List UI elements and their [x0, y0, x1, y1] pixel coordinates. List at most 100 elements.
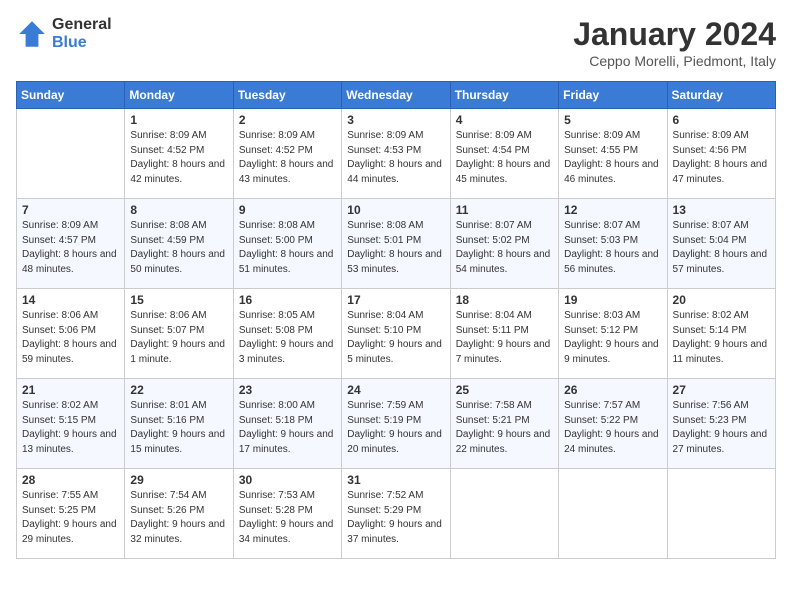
- day-info: Sunrise: 8:01 AMSunset: 5:16 PMDaylight:…: [130, 399, 227, 457]
- day-info: Sunrise: 7:56 AMSunset: 5:23 PMDaylight:…: [673, 399, 770, 457]
- day-info: Sunrise: 8:09 AMSunset: 4:56 PMDaylight:…: [673, 129, 770, 187]
- day-info: Sunrise: 7:52 AMSunset: 5:29 PMDaylight:…: [347, 489, 444, 547]
- day-cell: [450, 469, 558, 559]
- day-cell: 16 Sunrise: 8:05 AMSunset: 5:08 PMDayligh…: [233, 289, 341, 379]
- day-info: Sunrise: 7:55 AMSunset: 5:25 PMDaylight:…: [22, 489, 119, 547]
- title-area: January 2024 Ceppo Morelli, Piedmont, It…: [573, 16, 776, 69]
- day-cell: 3 Sunrise: 8:09 AMSunset: 4:53 PMDaylight…: [342, 109, 450, 199]
- day-cell: 30 Sunrise: 7:53 AMSunset: 5:28 PMDayligh…: [233, 469, 341, 559]
- day-number: 12: [564, 203, 661, 217]
- day-cell: 20 Sunrise: 8:02 AMSunset: 5:14 PMDayligh…: [667, 289, 775, 379]
- day-info: Sunrise: 8:02 AMSunset: 5:14 PMDaylight:…: [673, 309, 770, 367]
- day-info: Sunrise: 8:09 AMSunset: 4:54 PMDaylight:…: [456, 129, 553, 187]
- logo: General Blue: [16, 16, 112, 51]
- day-cell: [667, 469, 775, 559]
- logo-blue: Blue: [52, 34, 112, 52]
- day-cell: 9 Sunrise: 8:08 AMSunset: 5:00 PMDaylight…: [233, 199, 341, 289]
- day-info: Sunrise: 8:06 AMSunset: 5:06 PMDaylight:…: [22, 309, 119, 367]
- day-number: 16: [239, 293, 336, 307]
- day-cell: 11 Sunrise: 8:07 AMSunset: 5:02 PMDayligh…: [450, 199, 558, 289]
- day-info: Sunrise: 8:09 AMSunset: 4:57 PMDaylight:…: [22, 219, 119, 277]
- day-number: 30: [239, 473, 336, 487]
- col-header-saturday: Saturday: [667, 82, 775, 109]
- day-number: 27: [673, 383, 770, 397]
- day-number: 15: [130, 293, 227, 307]
- day-number: 24: [347, 383, 444, 397]
- col-header-friday: Friday: [559, 82, 667, 109]
- day-cell: 24Sunrise: 7:59 AMSunset: 5:19 PMDayligh…: [342, 379, 450, 469]
- day-number: 13: [673, 203, 770, 217]
- day-cell: 19Sunrise: 8:03 AMSunset: 5:12 PMDayligh…: [559, 289, 667, 379]
- day-number: 28: [22, 473, 119, 487]
- logo-icon: [16, 18, 48, 50]
- logo-general: General: [52, 16, 112, 34]
- week-row-1: 1Sunrise: 8:09 AMSunset: 4:52 PMDaylight…: [17, 109, 776, 199]
- day-number: 10: [347, 203, 444, 217]
- day-info: Sunrise: 8:04 AMSunset: 5:10 PMDaylight:…: [347, 309, 444, 367]
- logo-text: General Blue: [52, 16, 112, 51]
- day-number: 2: [239, 113, 336, 127]
- day-info: Sunrise: 8:09 AMSunset: 4:52 PMDaylight:…: [239, 129, 336, 187]
- day-info: Sunrise: 8:05 AMSunset: 5:08 PMDaylight:…: [239, 309, 336, 367]
- day-number: 9: [239, 203, 336, 217]
- day-number: 21: [22, 383, 119, 397]
- day-cell: 5 Sunrise: 8:09 AMSunset: 4:55 PMDaylight…: [559, 109, 667, 199]
- day-number: 31: [347, 473, 444, 487]
- day-info: Sunrise: 8:00 AMSunset: 5:18 PMDaylight:…: [239, 399, 336, 457]
- day-cell: 7 Sunrise: 8:09 AMSunset: 4:57 PMDaylight…: [17, 199, 125, 289]
- day-info: Sunrise: 8:04 AMSunset: 5:11 PMDaylight:…: [456, 309, 553, 367]
- day-cell: 29Sunrise: 7:54 AMSunset: 5:26 PMDayligh…: [125, 469, 233, 559]
- day-number: 17: [347, 293, 444, 307]
- month-title: January 2024: [573, 16, 776, 53]
- subtitle: Ceppo Morelli, Piedmont, Italy: [573, 53, 776, 69]
- day-info: Sunrise: 8:09 AMSunset: 4:55 PMDaylight:…: [564, 129, 661, 187]
- day-cell: 26Sunrise: 7:57 AMSunset: 5:22 PMDayligh…: [559, 379, 667, 469]
- day-cell: 14 Sunrise: 8:06 AMSunset: 5:06 PMDayligh…: [17, 289, 125, 379]
- day-info: Sunrise: 8:07 AMSunset: 5:03 PMDaylight:…: [564, 219, 661, 277]
- day-number: 3: [347, 113, 444, 127]
- day-info: Sunrise: 8:09 AMSunset: 4:53 PMDaylight:…: [347, 129, 444, 187]
- day-info: Sunrise: 7:58 AMSunset: 5:21 PMDaylight:…: [456, 399, 553, 457]
- day-cell: 17 Sunrise: 8:04 AMSunset: 5:10 PMDayligh…: [342, 289, 450, 379]
- header-row: SundayMondayTuesdayWednesdayThursdayFrid…: [17, 82, 776, 109]
- week-row-4: 21 Sunrise: 8:02 AMSunset: 5:15 PMDayligh…: [17, 379, 776, 469]
- col-header-sunday: Sunday: [17, 82, 125, 109]
- day-number: 11: [456, 203, 553, 217]
- day-cell: 22Sunrise: 8:01 AMSunset: 5:16 PMDayligh…: [125, 379, 233, 469]
- day-info: Sunrise: 8:08 AMSunset: 4:59 PMDaylight:…: [130, 219, 227, 277]
- day-number: 19: [564, 293, 661, 307]
- col-header-wednesday: Wednesday: [342, 82, 450, 109]
- day-info: Sunrise: 8:09 AMSunset: 4:52 PMDaylight:…: [130, 129, 227, 187]
- calendar-table: SundayMondayTuesdayWednesdayThursdayFrid…: [16, 81, 776, 559]
- header: General Blue January 2024 Ceppo Morelli,…: [16, 16, 776, 69]
- col-header-thursday: Thursday: [450, 82, 558, 109]
- day-cell: 21 Sunrise: 8:02 AMSunset: 5:15 PMDayligh…: [17, 379, 125, 469]
- week-row-3: 14 Sunrise: 8:06 AMSunset: 5:06 PMDayligh…: [17, 289, 776, 379]
- week-row-5: 28 Sunrise: 7:55 AMSunset: 5:25 PMDayligh…: [17, 469, 776, 559]
- day-number: 29: [130, 473, 227, 487]
- day-cell: 8 Sunrise: 8:08 AMSunset: 4:59 PMDaylight…: [125, 199, 233, 289]
- day-info: Sunrise: 8:07 AMSunset: 5:02 PMDaylight:…: [456, 219, 553, 277]
- week-row-2: 7 Sunrise: 8:09 AMSunset: 4:57 PMDaylight…: [17, 199, 776, 289]
- day-number: 7: [22, 203, 119, 217]
- day-number: 6: [673, 113, 770, 127]
- col-header-monday: Monday: [125, 82, 233, 109]
- day-info: Sunrise: 8:07 AMSunset: 5:04 PMDaylight:…: [673, 219, 770, 277]
- day-cell: 2 Sunrise: 8:09 AMSunset: 4:52 PMDaylight…: [233, 109, 341, 199]
- day-number: 20: [673, 293, 770, 307]
- day-cell: 4Sunrise: 8:09 AMSunset: 4:54 PMDaylight…: [450, 109, 558, 199]
- day-cell: 31 Sunrise: 7:52 AMSunset: 5:29 PMDayligh…: [342, 469, 450, 559]
- day-info: Sunrise: 8:08 AMSunset: 5:00 PMDaylight:…: [239, 219, 336, 277]
- day-cell: 25Sunrise: 7:58 AMSunset: 5:21 PMDayligh…: [450, 379, 558, 469]
- day-number: 23: [239, 383, 336, 397]
- day-info: Sunrise: 8:02 AMSunset: 5:15 PMDaylight:…: [22, 399, 119, 457]
- day-info: Sunrise: 7:53 AMSunset: 5:28 PMDaylight:…: [239, 489, 336, 547]
- day-number: 18: [456, 293, 553, 307]
- day-info: Sunrise: 8:08 AMSunset: 5:01 PMDaylight:…: [347, 219, 444, 277]
- col-header-tuesday: Tuesday: [233, 82, 341, 109]
- day-number: 14: [22, 293, 119, 307]
- day-cell: 1Sunrise: 8:09 AMSunset: 4:52 PMDaylight…: [125, 109, 233, 199]
- day-info: Sunrise: 7:57 AMSunset: 5:22 PMDaylight:…: [564, 399, 661, 457]
- day-number: 8: [130, 203, 227, 217]
- day-number: 5: [564, 113, 661, 127]
